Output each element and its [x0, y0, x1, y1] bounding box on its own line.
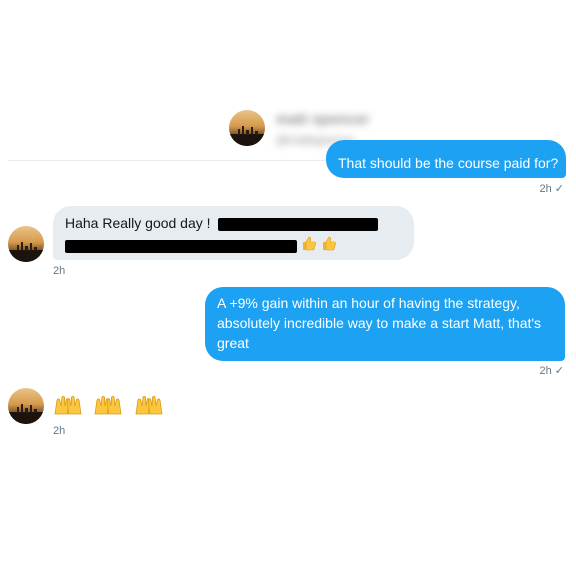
message-text: That should be the course paid for?	[338, 155, 559, 171]
message-meta: 2h ✓	[539, 182, 564, 195]
message-bubble[interactable]: Haha Really good day !	[53, 206, 414, 260]
message-timestamp: 2h	[53, 425, 66, 437]
message-bubble[interactable]: A +9% gain within an hour of having the …	[205, 287, 565, 361]
read-receipt-icon: ✓	[554, 365, 564, 377]
message-text: Haha Really good day !	[65, 215, 211, 231]
avatar-image	[8, 404, 44, 424]
message-line-1: Haha Really good day !	[65, 212, 379, 234]
sender-avatar[interactable]	[8, 226, 44, 262]
raising-hands-icon	[133, 394, 165, 423]
message-timestamp: 2h	[53, 265, 66, 277]
message-meta: 2h ✓	[539, 364, 564, 377]
thumbs-up-icon	[321, 235, 337, 257]
contact-name[interactable]: matt spencer	[276, 111, 369, 128]
header-divider	[8, 160, 326, 161]
raising-hands-icon	[92, 394, 124, 423]
message-text: A +9% gain within an hour of having the …	[217, 295, 542, 351]
sender-avatar[interactable]	[8, 388, 44, 424]
message-bubble[interactable]: That should be the course paid for?	[326, 140, 566, 178]
contact-avatar[interactable]	[229, 110, 265, 146]
raising-hands-icon	[52, 394, 84, 423]
read-receipt-icon: ✓	[554, 183, 564, 195]
message-timestamp: 2h	[539, 183, 552, 195]
thumbs-up-icon	[301, 235, 317, 257]
redaction-bar	[65, 239, 297, 253]
message-line-2	[65, 234, 337, 257]
avatar-image	[8, 242, 44, 262]
emoji-message[interactable]	[52, 394, 165, 423]
redaction-bar	[218, 217, 379, 231]
message-timestamp: 2h	[539, 365, 552, 377]
avatar-image	[229, 126, 265, 146]
